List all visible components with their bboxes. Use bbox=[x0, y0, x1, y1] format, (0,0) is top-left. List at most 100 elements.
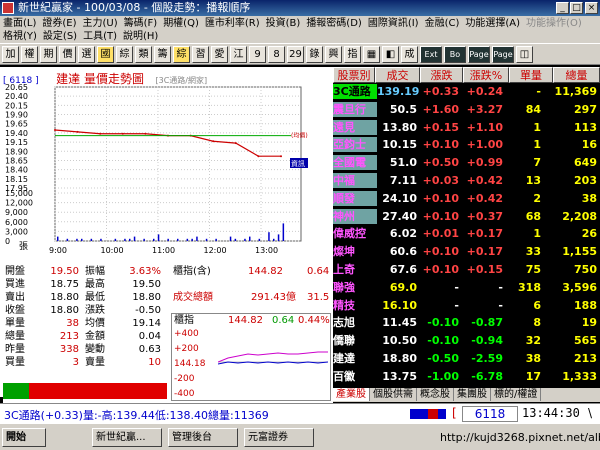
toolbar-button[interactable]: 29 bbox=[287, 46, 304, 63]
stock-name[interactable]: 中福 bbox=[333, 173, 377, 188]
toolbar-button[interactable]: 期 bbox=[40, 46, 57, 63]
menu-item[interactable]: 格視(Y) bbox=[0, 31, 40, 43]
status-indicator-red bbox=[428, 409, 438, 419]
stock-name[interactable]: 聯強 bbox=[333, 279, 377, 295]
taskbar-item[interactable]: 新世紀贏... bbox=[92, 428, 162, 447]
toolbar-button[interactable]: ▦ bbox=[363, 46, 380, 63]
toolbar-button[interactable]: Bo bbox=[444, 46, 466, 63]
toolbar-button[interactable]: 習 bbox=[192, 46, 209, 63]
table-row[interactable]: 偉威控 6.02 +0.01 +0.17 1 26 bbox=[333, 226, 600, 242]
stock-name[interactable]: 志旭 bbox=[333, 315, 377, 331]
toolbar-button[interactable]: 權 bbox=[21, 46, 38, 63]
table-row[interactable]: 建達 18.80 -0.50 -2.59 38 213 bbox=[333, 351, 600, 367]
stock-name[interactable]: 3C通路 bbox=[333, 84, 377, 99]
toolbar-button[interactable]: 綜 bbox=[116, 46, 133, 63]
stock-name[interactable]: 全國電 bbox=[333, 155, 377, 171]
table-row[interactable]: 僑聯 10.50 -0.10 -0.94 32 565 bbox=[333, 333, 600, 349]
toolbar-button[interactable]: 愛 bbox=[211, 46, 228, 63]
toolbar-button[interactable]: 價 bbox=[59, 46, 76, 63]
stock-name[interactable]: 僑聯 bbox=[333, 333, 377, 349]
stock-name[interactable]: 精技 bbox=[333, 297, 377, 313]
menu-item[interactable]: 籌碼(F) bbox=[121, 16, 161, 31]
toolbar-button[interactable]: 籌 bbox=[154, 46, 171, 63]
toolbar-button[interactable]: Page bbox=[468, 46, 490, 63]
category-tab[interactable]: 集團股 bbox=[454, 388, 491, 401]
table-row[interactable]: 全國電 51.0 +0.50 +0.99 7 649 bbox=[333, 155, 600, 171]
column-header[interactable]: 漲跌 bbox=[420, 67, 463, 83]
menu-item[interactable]: 證券(E) bbox=[39, 16, 79, 31]
menu-item[interactable]: 金融(C) bbox=[422, 16, 463, 31]
taskbar-item[interactable]: 管理後台 bbox=[168, 428, 238, 447]
table-row[interactable]: 志旭 11.45 -0.10 -0.87 8 19 bbox=[333, 315, 600, 331]
toolbar-button[interactable]: 類 bbox=[135, 46, 152, 63]
stock-name[interactable]: 遠見 bbox=[333, 119, 377, 135]
table-row[interactable]: 中福 7.11 +0.03 +0.42 13 203 bbox=[333, 173, 600, 189]
toolbar-button[interactable]: 國 bbox=[97, 46, 114, 63]
table-row[interactable]: 上奇 67.6 +0.10 +0.15 75 750 bbox=[333, 262, 600, 278]
menu-item[interactable]: 播報密碼(D) bbox=[303, 16, 365, 31]
table-row[interactable]: 聯強 69.0 - - 318 3,596 bbox=[333, 279, 600, 296]
menu-item[interactable]: 主力(U) bbox=[80, 16, 121, 31]
stock-name[interactable]: 建達 bbox=[333, 351, 377, 366]
stock-name[interactable]: 亞鈞士 bbox=[333, 137, 377, 153]
taskbar-item[interactable]: 元富證券 bbox=[244, 428, 314, 447]
table-row[interactable]: 神州 27.40 +0.10 +0.37 68 2,208 bbox=[333, 208, 600, 225]
table-row[interactable]: 遠見 13.80 +0.15 +1.10 1 113 bbox=[333, 119, 600, 136]
menu-item[interactable]: 國際資訊(I) bbox=[365, 16, 422, 31]
toolbar-button[interactable]: 成 bbox=[401, 46, 418, 63]
column-header[interactable]: 漲跌% bbox=[463, 67, 509, 83]
menu-item[interactable]: 功能選擇(A) bbox=[462, 16, 523, 31]
close-button[interactable]: × bbox=[585, 2, 598, 14]
toolbar-button[interactable]: 錄 bbox=[306, 46, 323, 63]
toolbar-button[interactable]: Ext bbox=[420, 46, 442, 63]
toolbar-button[interactable]: Page bbox=[492, 46, 514, 63]
stock-name[interactable]: 順發 bbox=[333, 190, 377, 206]
menu-item[interactable]: 匯市利率(R) bbox=[202, 16, 263, 31]
stock-name[interactable]: 偉威控 bbox=[333, 226, 377, 242]
stock-name[interactable]: 燦坤 bbox=[333, 244, 377, 260]
column-header[interactable]: 成交 bbox=[375, 67, 420, 83]
toolbar-button[interactable]: 指 bbox=[344, 46, 361, 63]
stat-label: 賣出 bbox=[5, 292, 25, 303]
toolbar-button[interactable]: 綜 bbox=[173, 46, 190, 63]
toolbar-button[interactable]: 選 bbox=[78, 46, 95, 63]
menu-item[interactable]: 期權(Q) bbox=[160, 16, 202, 31]
column-header[interactable]: 股票別 bbox=[333, 67, 375, 83]
table-row[interactable]: 亞鈞士 10.15 +0.10 +1.00 1 16 bbox=[333, 137, 600, 153]
menu-item[interactable]: 投資(B) bbox=[263, 16, 304, 31]
toolbar-button[interactable]: ◫ bbox=[516, 46, 533, 63]
toolbar-button[interactable]: 興 bbox=[325, 46, 342, 63]
table-row[interactable]: 燦坤 60.6 +0.10 +0.17 33 1,155 bbox=[333, 244, 600, 260]
minimize-button[interactable]: _ bbox=[556, 2, 569, 14]
toolbar-button[interactable]: 江 bbox=[230, 46, 247, 63]
menu-item[interactable]: 說明(H) bbox=[120, 31, 161, 43]
category-tab[interactable]: 標的/權證 bbox=[491, 388, 542, 401]
stock-code-input[interactable]: 6118 bbox=[462, 406, 518, 422]
category-tab[interactable]: 產業股 bbox=[333, 388, 370, 401]
mini-y-tick: +200 bbox=[174, 344, 199, 354]
stock-name[interactable]: 震旦行 bbox=[333, 101, 377, 117]
toolbar-button[interactable]: 加 bbox=[2, 46, 19, 63]
menu-item[interactable]: 畫面(L) bbox=[0, 16, 39, 31]
stock-name[interactable]: 神州 bbox=[333, 208, 377, 224]
toolbar-button[interactable]: ◧ bbox=[382, 46, 399, 63]
toolbar-button[interactable]: 8 bbox=[268, 46, 285, 63]
stock-name[interactable]: 百徽 bbox=[333, 368, 377, 384]
table-row[interactable]: 精技 16.10 - - 6 188 bbox=[333, 297, 600, 314]
category-tab[interactable]: 概念股 bbox=[417, 388, 454, 401]
start-button[interactable]: 開始 bbox=[2, 428, 46, 447]
menu-item[interactable]: 設定(S) bbox=[40, 31, 80, 43]
table-row[interactable]: 百徽 13.75 -1.00 -6.78 17 1,333 bbox=[333, 368, 600, 385]
table-row[interactable]: 震旦行 50.5 +1.60 +3.27 84 297 bbox=[333, 101, 600, 118]
maximize-button[interactable]: □ bbox=[570, 2, 583, 14]
column-header[interactable]: 單量 bbox=[509, 67, 553, 83]
menu-item[interactable]: 工具(T) bbox=[80, 31, 120, 43]
table-row[interactable]: 3C通路 139.19 +0.33 +0.24 -11,369 bbox=[333, 84, 600, 100]
toolbar-button[interactable]: 9 bbox=[249, 46, 266, 63]
table-row[interactable]: 順發 24.10 +0.10 +0.42 2 38 bbox=[333, 190, 600, 207]
category-tab[interactable]: 個股供需 bbox=[370, 388, 417, 401]
code-close-bracket: \ bbox=[588, 406, 593, 420]
column-header[interactable]: 總量 bbox=[553, 67, 600, 83]
stock-unit-volume: 1 bbox=[533, 138, 541, 152]
stock-name[interactable]: 上奇 bbox=[333, 262, 377, 277]
